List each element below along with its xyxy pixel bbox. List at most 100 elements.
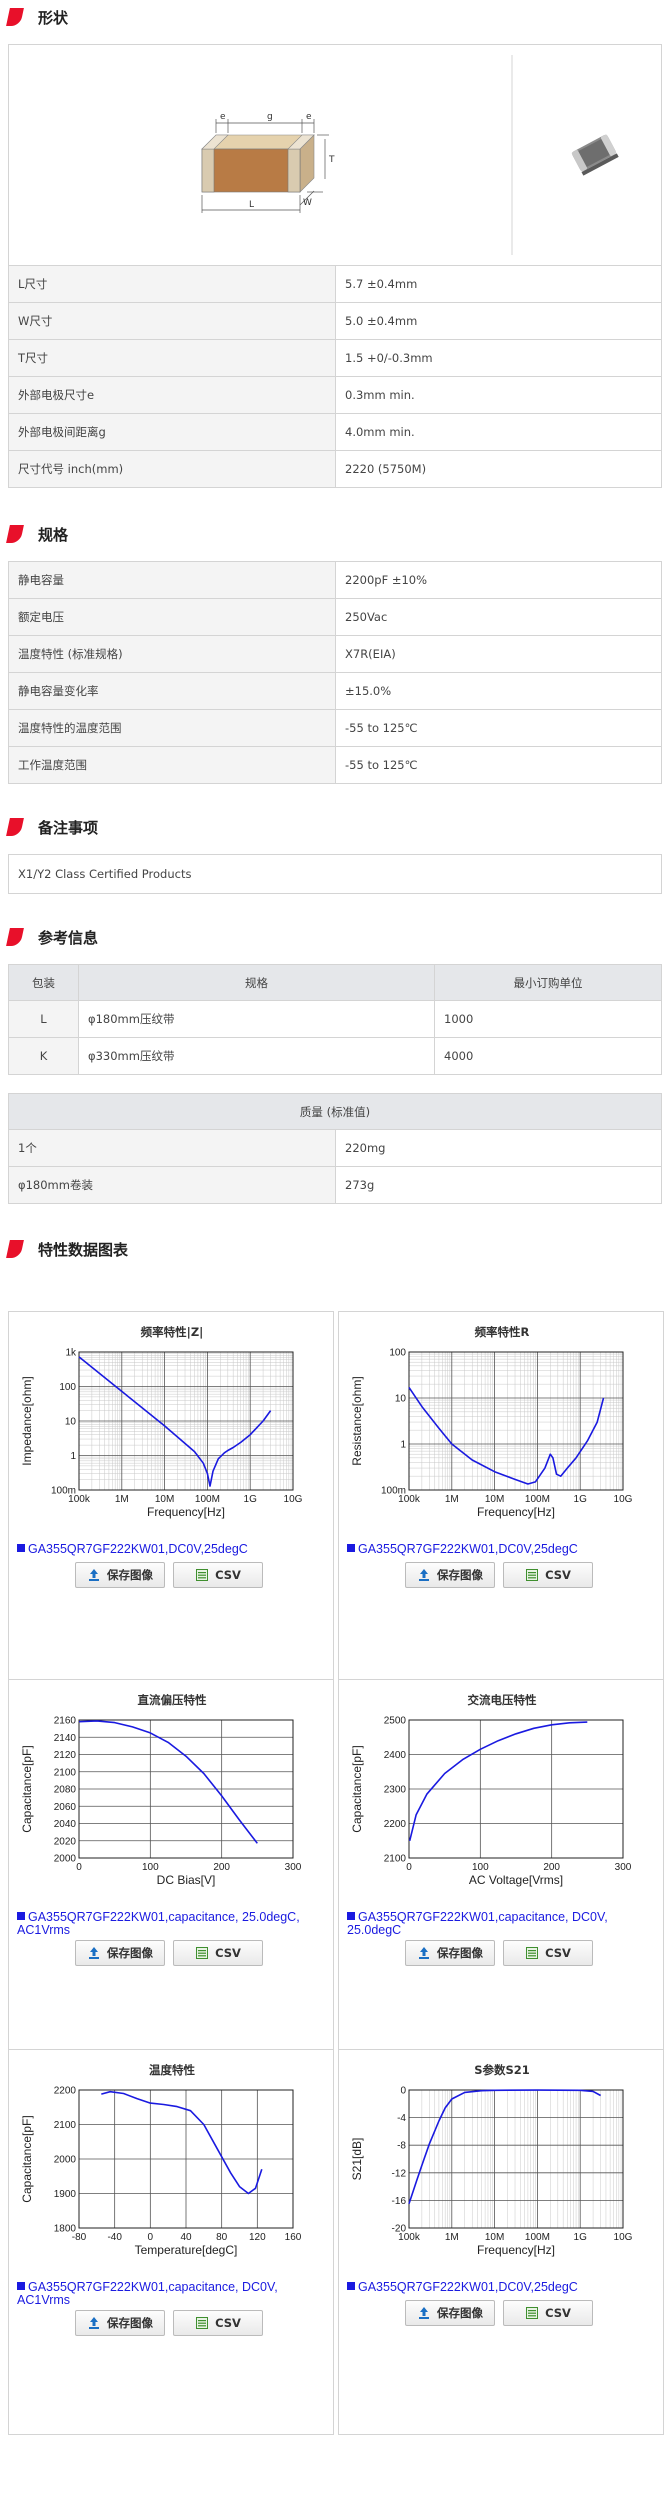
csv-button[interactable]: CSV bbox=[503, 1940, 593, 1966]
mass-header: 质量 (标准值) bbox=[8, 1093, 662, 1130]
chart-legend: GA355QR7GF222KW01,DC0V,25degC bbox=[347, 2281, 647, 2294]
x-axis-label: Frequency[Hz] bbox=[477, 1505, 555, 1519]
shape-row: L尺寸 5.7 ±0.4mm bbox=[8, 265, 662, 303]
x-tick-label: 100M bbox=[525, 2232, 550, 2243]
shape-row-value: 2220 (5750M) bbox=[335, 450, 662, 488]
chart-legend: GA355QR7GF222KW01,capacitance, DC0V, 25.… bbox=[347, 1911, 647, 1937]
save-image-icon bbox=[419, 1569, 429, 1581]
x-tick-label: 300 bbox=[615, 1862, 632, 1873]
y-tick-label: 2200 bbox=[384, 1819, 407, 1830]
y-tick-label: 1900 bbox=[54, 2189, 77, 2200]
chart-r: 频率特性R100k 1M 10M 100M 1G 10G100m110100Frequen… bbox=[350, 1325, 633, 1519]
y-tick-label: -20 bbox=[392, 2224, 407, 2235]
save-image-button[interactable]: 保存图像 bbox=[405, 1562, 495, 1588]
series-line bbox=[408, 1386, 605, 1485]
save-image-icon bbox=[419, 1947, 429, 1959]
svg-text:L: L bbox=[249, 200, 254, 210]
chart-actions: 保存图像 CSV bbox=[405, 1562, 601, 1588]
csv-file-icon bbox=[196, 1947, 209, 1959]
csv-button[interactable]: CSV bbox=[503, 1562, 593, 1588]
chip-dimension-drawing: e g e T L W bbox=[201, 112, 335, 213]
remarks-box: X1/Y2 Class Certified Products bbox=[8, 854, 662, 894]
spec-row: 工作温度范围 -55 to 125℃ bbox=[8, 746, 662, 784]
section-title-reference: 参考信息 bbox=[6, 926, 98, 948]
legend-square-icon bbox=[17, 1912, 25, 1920]
y-tick-label: -12 bbox=[392, 2168, 407, 2179]
y-axis-label: S21[dB] bbox=[350, 2138, 364, 2181]
save-image-button[interactable]: 保存图像 bbox=[405, 1940, 495, 1966]
x-tick-label: 10G bbox=[284, 1494, 303, 1505]
series-line bbox=[408, 1721, 588, 1841]
csv-button[interactable]: CSV bbox=[173, 2310, 263, 2336]
y-tick-label: 2500 bbox=[384, 1716, 407, 1727]
mass-row-label: φ180mm卷装 bbox=[8, 1166, 336, 1204]
legend-text: GA355QR7GF222KW01,capacitance, DC0V, 25.… bbox=[347, 1910, 608, 1937]
chart-title: 频率特性|Z| bbox=[141, 1325, 204, 1339]
save-image-icon bbox=[89, 2317, 99, 2329]
svg-text:W: W bbox=[303, 198, 312, 208]
chart-title: S参数S21 bbox=[474, 2063, 530, 2077]
y-tick-label: 2160 bbox=[54, 1716, 77, 1727]
series-line bbox=[78, 1720, 258, 1844]
section-flag-icon bbox=[6, 1240, 24, 1258]
y-tick-label: -4 bbox=[397, 2113, 406, 2124]
y-tick-label: 2400 bbox=[384, 1750, 407, 1761]
shape-row-value: 5.0 ±0.4mm bbox=[335, 302, 662, 340]
y-tick-label: 0 bbox=[400, 2086, 406, 2097]
save-image-button[interactable]: 保存图像 bbox=[75, 1562, 165, 1588]
save-image-button[interactable]: 保存图像 bbox=[405, 2300, 495, 2326]
y-tick-label: 1 bbox=[400, 1440, 406, 1451]
save-image-button[interactable]: 保存图像 bbox=[75, 2310, 165, 2336]
x-tick-label: 1M bbox=[445, 1494, 459, 1505]
x-tick-label: 10M bbox=[485, 1494, 504, 1505]
section-flag-icon bbox=[6, 525, 24, 543]
x-axis-label: DC Bias[V] bbox=[157, 1873, 216, 1887]
chart-panel-acv: 交流电压特性 0 100 200 300 2100 2200 2300 2400 2500 AC V… bbox=[338, 1679, 664, 2065]
csv-file-icon bbox=[196, 2317, 209, 2329]
section-title-charts: 特性数据图表 bbox=[6, 1238, 128, 1260]
x-tick-label: 200 bbox=[213, 1862, 230, 1873]
csv-label: CSV bbox=[545, 1946, 571, 1960]
x-tick-label: 80 bbox=[216, 2232, 228, 2243]
x-tick-label: 10M bbox=[485, 2232, 504, 2243]
legend-text: GA355QR7GF222KW01,capacitance, DC0V, AC1… bbox=[17, 2280, 278, 2307]
x-axis-label: Frequency[Hz] bbox=[477, 2243, 555, 2257]
save-image-icon bbox=[89, 1569, 99, 1581]
spec-row: 温度特性的温度范围 -55 to 125℃ bbox=[8, 709, 662, 747]
x-tick-label: 10G bbox=[614, 2232, 633, 2243]
save-image-icon bbox=[419, 2307, 429, 2319]
chart-temp: 温度特性-80 -40 0 40 80 120 1601800190020002100220… bbox=[20, 2063, 302, 2257]
save-image-icon bbox=[89, 1947, 99, 1959]
y-axis-label: Impedance[ohm] bbox=[20, 1376, 34, 1465]
chart-major-grid bbox=[408, 1351, 624, 1491]
x-axis-label: Temperature[degC] bbox=[135, 2243, 238, 2257]
packaging-cell: 4000 bbox=[434, 1037, 662, 1075]
packaging-cell: φ180mm压纹带 bbox=[78, 1000, 435, 1038]
x-tick-label: 1G bbox=[574, 1494, 588, 1505]
chart-title: 温度特性 bbox=[149, 2063, 195, 2077]
spec-row: 温度特性 (标准规格) X7R(EIA) bbox=[8, 635, 662, 673]
x-tick-label: 160 bbox=[285, 2232, 302, 2243]
chip-product-photo bbox=[571, 134, 619, 176]
plot-frame bbox=[408, 2089, 624, 2229]
csv-button[interactable]: CSV bbox=[173, 1562, 263, 1588]
x-tick-label: 1G bbox=[574, 2232, 588, 2243]
y-tick-label: 10 bbox=[395, 1394, 407, 1405]
chart-panel-temp: 温度特性 -80 -40 0 40 80 120 160 1800 1900 2000 2100 220… bbox=[8, 2049, 334, 2435]
save-image-label: 保存图像 bbox=[107, 2316, 153, 2330]
legend-text: GA355QR7GF222KW01,DC0V,25degC bbox=[358, 2280, 578, 2294]
chart-title: 直流偏压特性 bbox=[138, 1693, 207, 1707]
save-image-button[interactable]: 保存图像 bbox=[75, 1940, 165, 1966]
y-tick-label: 10 bbox=[65, 1417, 77, 1428]
packaging-table: 包装 规格 最小订购单位 Lφ180mm压纹带 1000 Kφ330mm压纹带 400… bbox=[8, 964, 662, 1075]
csv-button[interactable]: CSV bbox=[173, 1940, 263, 1966]
legend-square-icon bbox=[347, 1912, 355, 1920]
csv-button[interactable]: CSV bbox=[503, 2300, 593, 2326]
spec-table: 静电容量 2200pF ±10% 额定电压 250Vac 温度特性 (标准规格) X7R(… bbox=[8, 561, 662, 784]
packaging-header: 最小订购单位 bbox=[434, 964, 662, 1001]
chart-panel-z: 频率特性|Z| 100k 1M 10M 100M 1G 10G 100m 1 10 100 1k Fre… bbox=[8, 1311, 334, 1697]
chart-actions: 保存图像 CSV bbox=[75, 1940, 271, 1966]
chart-actions: 保存图像 CSV bbox=[405, 1940, 601, 1966]
chart-legend: GA355QR7GF222KW01,DC0V,25degC bbox=[17, 1543, 317, 1556]
x-axis-label: AC Voltage[Vrms] bbox=[469, 1873, 563, 1887]
